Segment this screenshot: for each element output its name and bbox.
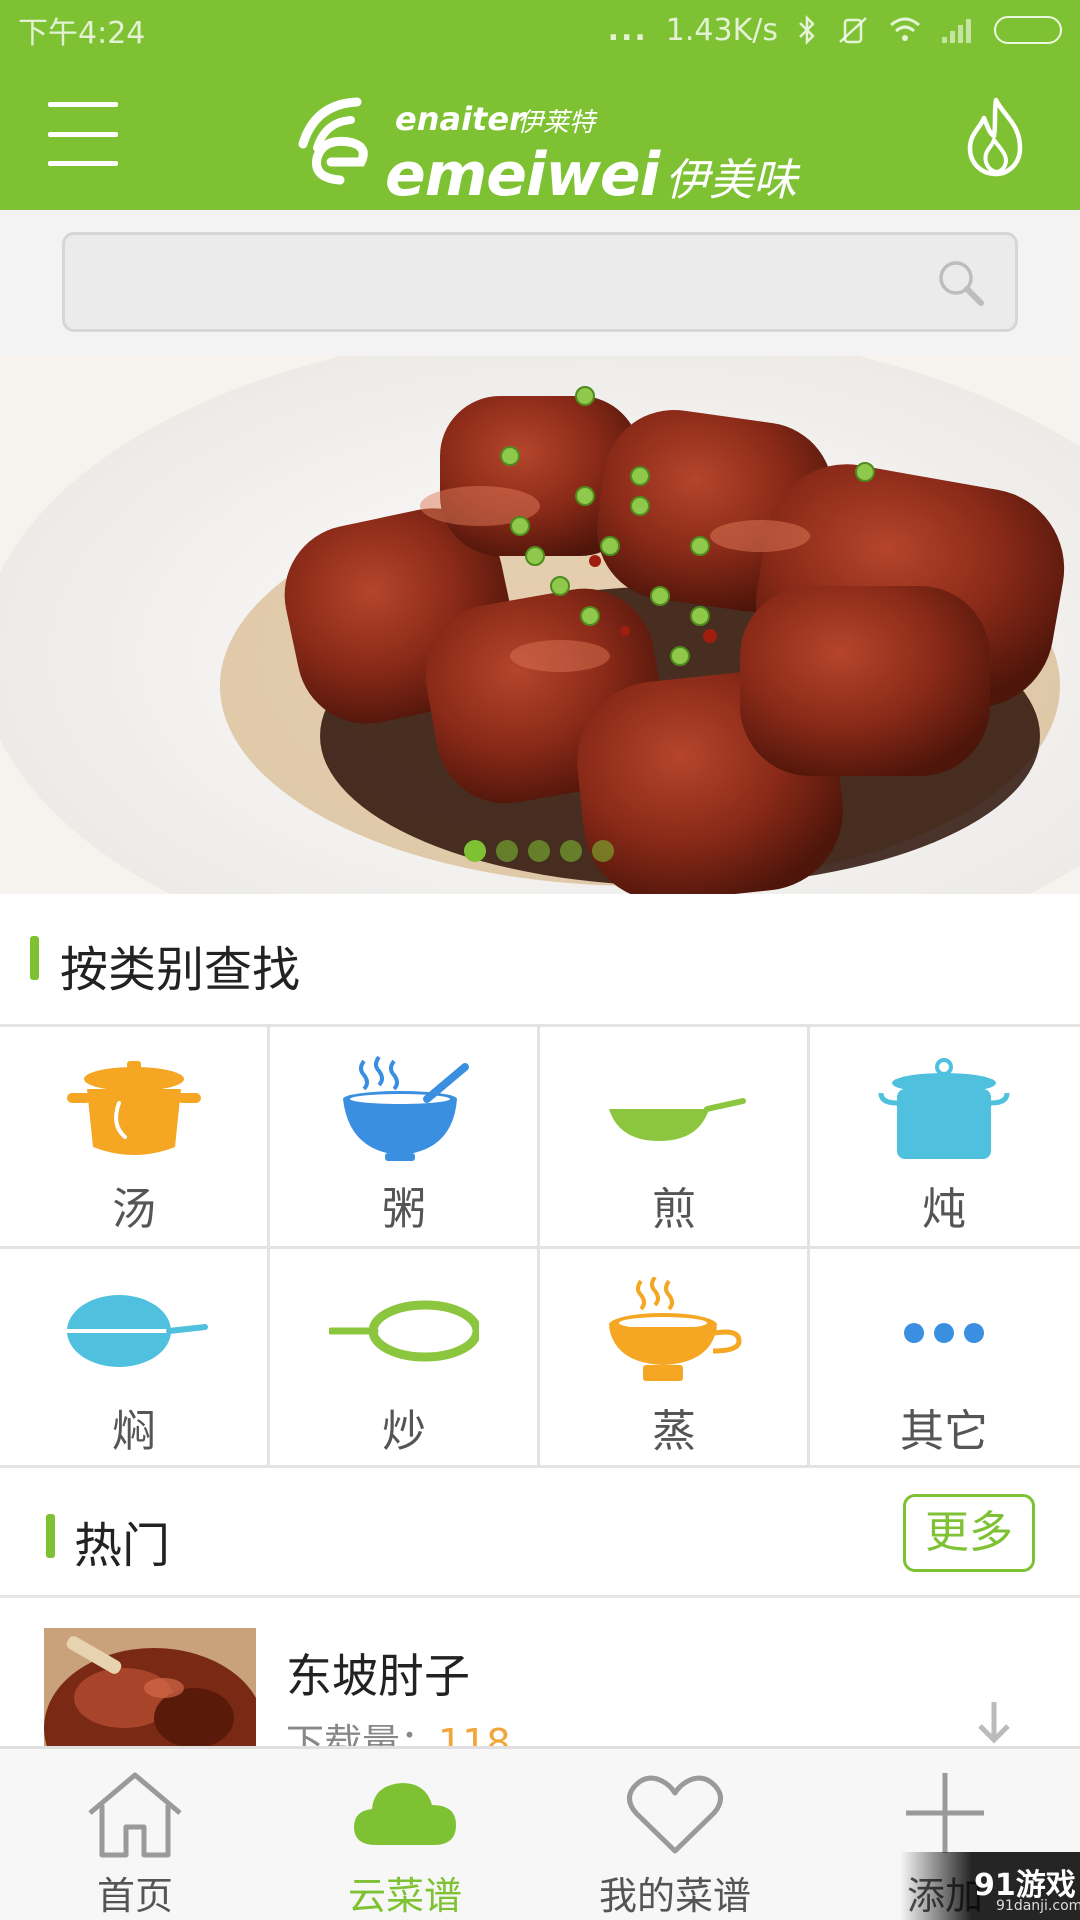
logo-brand-text: emeiwei [385,140,660,210]
vibrate-off-icon [836,14,870,46]
app-header: enaiter 伊莱特 emeiwei 伊美味 [0,60,1080,210]
banner-dot[interactable] [592,840,614,862]
more-button[interactable]: 更多 [903,1494,1035,1572]
search-box[interactable] [62,232,1018,332]
heart-icon [627,1775,723,1854]
bluetooth-icon [796,14,818,46]
banner-dot[interactable] [464,840,486,862]
category-other[interactable]: 其它 [810,1249,1078,1468]
hamburger-menu-icon[interactable] [48,102,118,166]
flame-icon[interactable] [960,96,1032,178]
status-bar: 下午4:24 ... 1.43K/s [0,0,1080,60]
plus-icon [906,1773,984,1853]
category-steam[interactable]: 蒸 [540,1249,808,1468]
recipe-list: 东坡肘子 下载量：118 [0,1598,1080,1746]
app-logo: enaiter 伊莱特 emeiwei 伊美味 [285,82,805,210]
status-time: 下午4:24 [18,16,146,51]
nav-cloud-recipes[interactable]: 云菜谱 [270,1749,540,1920]
frying-pan-icon [329,1300,479,1362]
category-stew[interactable]: 炖 [810,1027,1078,1246]
network-speed: 1.43K/s [665,12,778,48]
hot-section-title: 热门 [74,1518,171,1574]
banner-dots [464,840,614,862]
braise-pan-icon [67,1295,208,1367]
banner-dot[interactable] [496,840,518,862]
search-input[interactable] [85,235,945,329]
category-label: 其它 [900,1406,988,1457]
section-accent-bar [46,1514,55,1558]
recipe-downloads: 下载量：118 [286,1712,511,1746]
home-icon [88,1772,182,1858]
category-label: 蒸 [652,1406,696,1457]
category-pan-fry[interactable]: 煎 [540,1027,808,1246]
category-label: 汤 [112,1184,156,1235]
banner-food-image [0,356,1080,894]
logo-sub-text: enaiter [395,100,525,138]
category-porridge[interactable]: 粥 [270,1027,538,1246]
search-icon[interactable] [935,257,987,309]
banner-carousel[interactable] [0,356,1080,894]
logo-brand-cn-text: 伊美味 [665,155,797,206]
nav-my-recipes[interactable]: 我的菜谱 [540,1749,810,1920]
category-section-header: 按类别查找 [0,894,1080,1024]
category-braise[interactable]: 焖 [0,1249,268,1468]
search-area [0,210,1080,356]
downloads-label: 下载量： [286,1721,439,1746]
category-label: 煎 [652,1184,696,1235]
download-icon[interactable] [958,1698,1030,1746]
category-label: 焖 [112,1406,156,1457]
category-soup[interactable]: 汤 [0,1027,268,1246]
nav-label: 首页 [96,1874,173,1918]
nav-home[interactable]: 首页 [0,1749,270,1920]
category-label: 炖 [922,1184,966,1235]
category-stir-fry[interactable]: 炒 [270,1249,538,1468]
hot-section-header: 热门 更多 [0,1468,1080,1598]
downloads-count: 118 [438,1721,511,1746]
nav-label: 云菜谱 [347,1874,462,1918]
cloud-icon [354,1783,456,1845]
banner-dot[interactable] [560,840,582,862]
recipe-thumbnail [44,1628,256,1746]
category-label: 炒 [382,1406,426,1457]
logo-mark-icon [298,97,368,185]
recipe-title: 东坡肘子 [286,1649,470,1703]
watermark: 91游戏 91danji.com [900,1852,1080,1920]
nav-label: 我的菜谱 [598,1874,751,1918]
wok-icon [609,1098,746,1141]
section-accent-bar [30,936,39,980]
watermark-url: 91danji.com [996,1898,1080,1914]
banner-dot[interactable] [528,840,550,862]
signal-icon [940,15,976,45]
porridge-bowl-icon [343,1055,469,1161]
more-dots-icon [904,1323,984,1343]
logo-sub-cn-text: 伊莱特 [517,108,596,138]
status-dots: ... [607,12,648,48]
stew-pot-icon [878,1058,1010,1159]
category-label: 粥 [382,1184,426,1235]
wifi-icon [888,15,922,45]
status-indicators: ... 1.43K/s [608,13,1062,48]
steamer-icon [609,1277,742,1381]
category-grid: 汤 粥 煎 炖 焖 炒 蒸 其它 [0,1024,1080,1468]
battery-icon [994,16,1062,44]
soup-pot-icon [67,1061,201,1155]
category-section-title: 按类别查找 [60,942,301,998]
